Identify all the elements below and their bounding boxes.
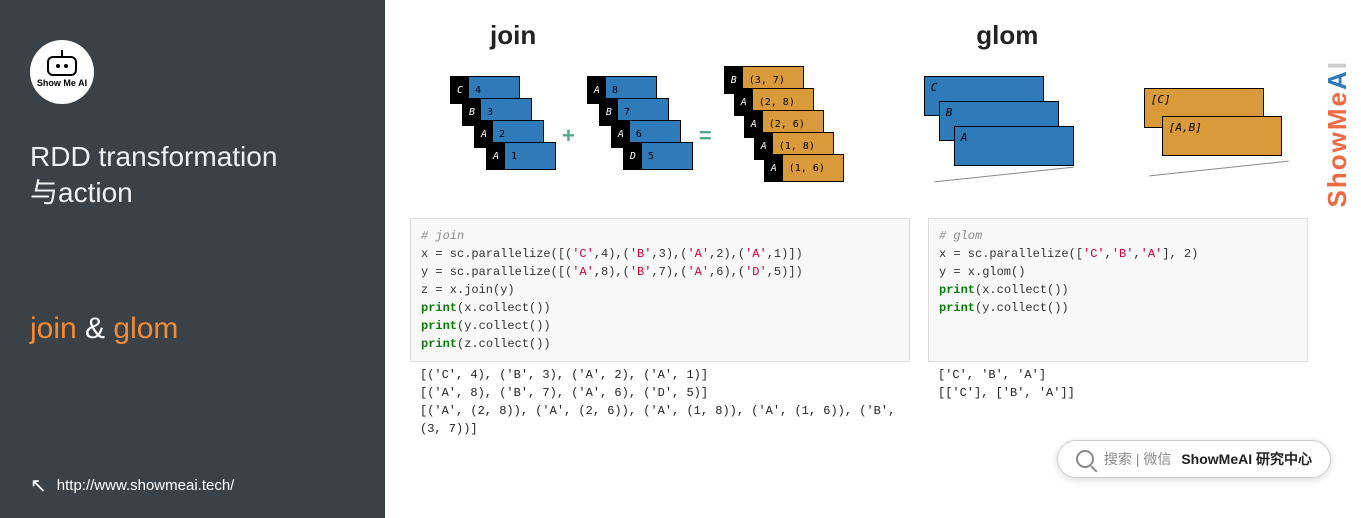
main-content: ShowMeAI join glom C4 B3 A2 A1 + A8 B7 A… xyxy=(385,0,1361,518)
logo-text: Show Me AI xyxy=(37,78,87,88)
code-glom: # glom x = sc.parallelize(['C','B','A'],… xyxy=(928,218,1308,362)
output-glom: ['C', 'B', 'A'] [['C'], ['B', 'A']] xyxy=(928,362,1308,442)
title-line2: 与action xyxy=(30,177,133,208)
title-line1: RDD transformation xyxy=(30,141,277,172)
diagram-headings: join glom xyxy=(410,20,1336,51)
footer-url: http://www.showmeai.tech/ xyxy=(57,477,235,494)
search-label2: 微信 xyxy=(1143,451,1171,467)
logo: Show Me AI xyxy=(30,40,355,104)
subtitle-amp: & xyxy=(77,312,114,345)
search-label1: 搜索 xyxy=(1104,451,1132,467)
search-pill[interactable]: 搜索 | 微信 ShowMeAI 研究中心 xyxy=(1057,440,1331,478)
robot-icon xyxy=(47,56,77,76)
subtitle-glom: glom xyxy=(113,312,178,345)
equals-icon: = xyxy=(699,123,712,149)
code-row: # join x = sc.parallelize([('C',4),('B',… xyxy=(410,218,1336,362)
cursor-icon: ↖ xyxy=(30,473,47,498)
heading-join: join xyxy=(490,20,536,51)
page-subtitle: join & glom xyxy=(30,312,355,346)
diagram-join: C4 B3 A2 A1 + A8 B7 A6 D5 = B(3, 7) A(2,… xyxy=(450,66,844,206)
footer-link[interactable]: ↖ http://www.showmeai.tech/ xyxy=(30,473,355,498)
output-row: [('C', 4), ('B', 3), ('A', 2), ('A', 1)]… xyxy=(410,362,1336,442)
subtitle-join: join xyxy=(30,312,77,345)
search-brand: ShowMeAI 研究中心 xyxy=(1181,449,1312,469)
sidebar: Show Me AI RDD transformation 与action jo… xyxy=(0,0,385,518)
diagram-glom: C B A [C] [A,B] xyxy=(924,66,1304,206)
code-join: # join x = sc.parallelize([('C',4),('B',… xyxy=(410,218,910,362)
page-title: RDD transformation 与action xyxy=(30,139,355,212)
output-join: [('C', 4), ('B', 3), ('A', 2), ('A', 1)]… xyxy=(410,362,910,442)
heading-glom: glom xyxy=(976,20,1038,51)
search-icon xyxy=(1076,450,1094,468)
plus-icon: + xyxy=(562,123,575,149)
